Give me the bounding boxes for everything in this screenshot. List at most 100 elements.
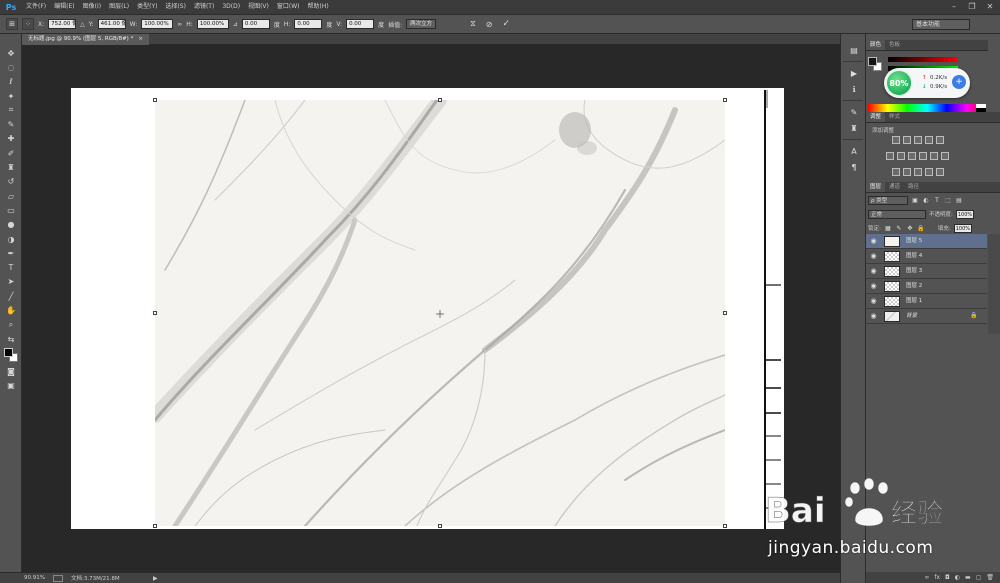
visibility-eye-icon[interactable]: ◉ [869, 297, 878, 306]
menu-select[interactable]: 选择(S) [161, 0, 190, 14]
info-icon[interactable]: ℹ [841, 81, 867, 97]
kind-filter-select[interactable]: ρ 类型 [868, 195, 908, 205]
width-field[interactable]: 100.00% [141, 19, 174, 29]
exposure-icon[interactable] [925, 136, 933, 144]
visibility-eye-icon[interactable]: ◉ [869, 237, 878, 246]
healing-brush-tool-icon[interactable]: ✚ [0, 132, 22, 146]
history-icon[interactable]: ▤ [841, 42, 867, 58]
vibrance-icon[interactable] [936, 136, 944, 144]
color-panel-swatches[interactable] [868, 57, 882, 71]
x-field[interactable]: 752.00 像 [48, 19, 77, 29]
history-brush-tool-icon[interactable]: ↺ [0, 175, 22, 189]
menu-window[interactable]: 窗口(W) [273, 0, 304, 14]
foreground-color-swatch[interactable] [4, 348, 13, 358]
visibility-eye-icon[interactable]: ◉ [869, 282, 878, 291]
height-field[interactable]: 100.00% [196, 19, 229, 29]
levels-icon[interactable] [903, 136, 911, 144]
menu-file[interactable]: 文件(F) [22, 0, 50, 14]
color-swatches[interactable] [0, 346, 22, 364]
transform-handle-bottom[interactable] [438, 524, 442, 528]
layer-row[interactable]: ◉ 图层 2 [866, 279, 987, 294]
blur-tool-icon[interactable]: ● [0, 218, 22, 232]
tab-adjustments[interactable]: 调整 [866, 112, 886, 122]
swap-colors-icon[interactable]: ⇆ [0, 332, 22, 346]
cancel-transform-icon[interactable]: ⊘ [486, 20, 493, 29]
menu-image[interactable]: 图像(I) [79, 0, 105, 14]
tool-preset-icon[interactable]: ⊞ [6, 18, 18, 30]
actions-icon[interactable]: ▶ [841, 65, 867, 81]
visibility-eye-icon[interactable]: ◉ [869, 267, 878, 276]
curves-icon[interactable] [914, 136, 922, 144]
status-menu-arrow-icon[interactable]: ▶ [153, 575, 158, 582]
brush-tool-icon[interactable]: ✐ [0, 146, 22, 160]
plus-icon[interactable]: + [952, 75, 966, 89]
shape-filter-icon[interactable]: ⬚ [944, 196, 952, 204]
eyedropper-tool-icon[interactable]: ✎ [0, 117, 22, 131]
reference-point-icon[interactable]: ⁘ [22, 18, 34, 30]
pen-tool-icon[interactable]: ✒ [0, 246, 22, 260]
type-filter-icon[interactable]: T [933, 196, 941, 204]
path-select-tool-icon[interactable]: ➤ [0, 275, 22, 289]
menu-layer[interactable]: 图层(L) [105, 0, 133, 14]
menu-view[interactable]: 视图(V) [244, 0, 273, 14]
minimize-icon[interactable]: – [948, 1, 960, 12]
visibility-eye-icon[interactable]: ◉ [869, 312, 878, 321]
hskew-field[interactable]: 0.00 [294, 19, 323, 29]
paragraph-icon[interactable]: ¶ [841, 159, 867, 175]
zoom-tool-icon[interactable]: ⌕ [0, 318, 22, 332]
add-mask-icon[interactable]: ◘ [945, 574, 950, 581]
document-canvas[interactable] [71, 88, 784, 529]
color-lookup-icon[interactable] [941, 152, 949, 160]
posterize-icon[interactable] [903, 168, 911, 176]
lock-image-icon[interactable]: ✎ [895, 224, 903, 232]
crop-tool-icon[interactable]: ⌗ [0, 103, 22, 117]
selective-color-icon[interactable] [936, 168, 944, 176]
menu-help[interactable]: 帮助(H) [304, 0, 333, 14]
brightness-icon[interactable] [892, 136, 900, 144]
canvas-area[interactable] [22, 45, 840, 572]
color-spectrum-bar[interactable] [868, 104, 986, 112]
menu-3d[interactable]: 3D(D) [218, 0, 244, 14]
invert-icon[interactable] [892, 168, 900, 176]
transform-handle-right[interactable] [723, 311, 727, 315]
photo-filter-icon[interactable] [919, 152, 927, 160]
eraser-tool-icon[interactable]: ▱ [0, 189, 22, 203]
commit-transform-icon[interactable]: ✓ [502, 19, 510, 29]
menu-edit[interactable]: 编辑(E) [50, 0, 78, 14]
tab-styles[interactable]: 样式 [885, 112, 904, 122]
screen-mode-icon[interactable]: ▣ [0, 379, 22, 393]
lock-all-icon[interactable]: 🔒 [917, 224, 925, 232]
tab-close-icon[interactable]: × [138, 36, 143, 42]
lock-transparent-icon[interactable]: ▦ [884, 224, 892, 232]
dodge-tool-icon[interactable]: ◑ [0, 232, 22, 246]
channel-mixer-icon[interactable] [930, 152, 938, 160]
tab-paths[interactable]: 路径 [904, 182, 923, 192]
tab-channels[interactable]: 通道 [885, 182, 904, 192]
close-icon[interactable]: ✕ [984, 1, 996, 12]
black-white-icon[interactable] [908, 152, 916, 160]
color-balance-icon[interactable] [897, 152, 905, 160]
workspace-select[interactable]: 基本功能 [912, 19, 970, 30]
angle-field[interactable]: 0.00 [241, 19, 270, 29]
transform-handle-left[interactable] [153, 311, 157, 315]
link-icon[interactable]: ∞ [177, 21, 182, 28]
interpolation-select[interactable]: 两次立方 [406, 19, 437, 29]
network-speed-widget[interactable]: 80% ↑ 0.2K/s ↓ 0.9K/s + [884, 68, 970, 98]
hand-tool-icon[interactable]: ✋ [0, 303, 22, 317]
layer-row[interactable]: ◉ 图层 4 [866, 249, 987, 264]
transform-handle-tl[interactable] [153, 98, 157, 102]
new-group-icon[interactable]: ▬ [965, 574, 971, 581]
transform-handle-top[interactable] [438, 98, 442, 102]
menu-type[interactable]: 类型(Y) [133, 0, 161, 14]
layer-row[interactable]: ◉ 背景 🔒 [866, 309, 987, 324]
line-tool-icon[interactable]: ╱ [0, 289, 22, 303]
panel-foreground-swatch[interactable] [868, 57, 877, 66]
fill-field[interactable]: 100% [953, 223, 972, 233]
visibility-eye-icon[interactable]: ◉ [869, 252, 878, 261]
delete-layer-icon[interactable]: 🗑 [986, 574, 994, 581]
move-tool-icon[interactable]: ✥ [0, 46, 22, 60]
quick-select-tool-icon[interactable]: ✦ [0, 89, 22, 103]
red-slider[interactable] [888, 57, 958, 62]
character-icon[interactable]: A [841, 143, 867, 159]
black-white-swatch[interactable] [976, 104, 986, 112]
